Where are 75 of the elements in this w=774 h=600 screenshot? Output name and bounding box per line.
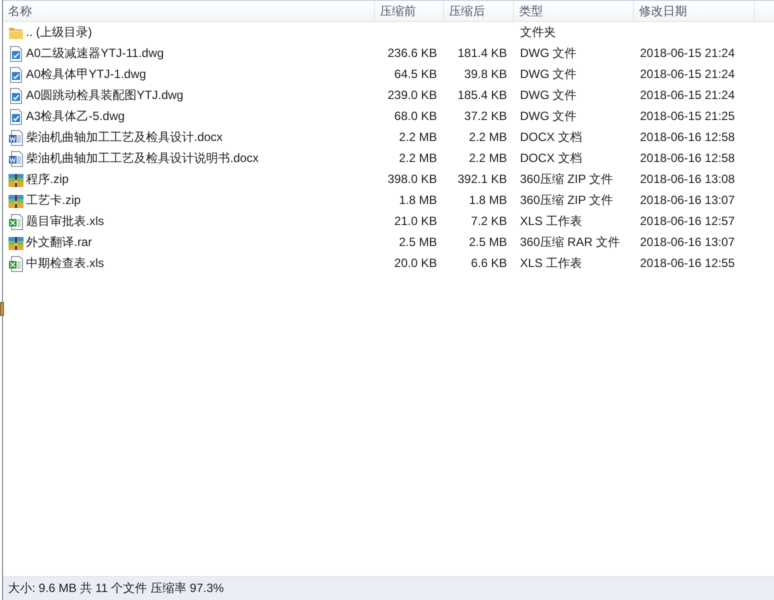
file-type: XLS 工作表: [520, 214, 582, 228]
original-size: 64.5 KB: [394, 67, 437, 82]
file-type: XLS 工作表: [520, 256, 582, 270]
file-name[interactable]: 柴油机曲轴加工工艺及检具设计.docx: [26, 130, 223, 145]
archive-icon: [8, 192, 24, 208]
modified-date: 2018-06-16 12:55: [640, 256, 735, 270]
file-name[interactable]: A0检具体甲YTJ-1.dwg: [26, 67, 146, 82]
modified-date: 2018-06-16 13:08: [640, 172, 735, 186]
file-type: DOCX 文档: [520, 151, 582, 166]
file-name[interactable]: 外文翻译.rar: [26, 235, 92, 250]
compressed-size: 1.8 MB: [468, 193, 507, 208]
modified-date: 2018-06-16 13:07: [640, 193, 735, 208]
compressed-size: 2.2 MB: [468, 130, 507, 144]
original-size: 20.0 KB: [394, 256, 437, 270]
word-document-icon: [8, 130, 24, 146]
compressed-size: 2.2 MB: [468, 151, 507, 166]
file-name[interactable]: 柴油机曲轴加工工艺及检具设计说明书.docx: [26, 151, 259, 166]
file-type: 360压缩 ZIP 文件: [520, 172, 614, 186]
file-type: 文件夹: [520, 25, 556, 40]
file-type: DWG 文件: [520, 88, 577, 102]
column-header[interactable]: 类型: [514, 1, 634, 21]
original-size: 68.0 KB: [394, 109, 437, 124]
original-size: 1.8 MB: [398, 193, 437, 208]
spreadsheet-icon: [8, 214, 24, 230]
drawing-file-icon: [8, 66, 24, 82]
column-header[interactable]: 修改日期: [634, 1, 755, 21]
file-type: 360压缩 RAR 文件: [520, 235, 620, 250]
file-name[interactable]: A3检具体乙-5.dwg: [26, 109, 125, 124]
compressed-size: 39.8 KB: [464, 67, 507, 82]
file-type: DWG 文件: [520, 46, 577, 60]
original-size: 239.0 KB: [388, 88, 437, 102]
drawing-file-icon: [8, 46, 24, 62]
file-type: DWG 文件: [520, 109, 577, 124]
original-size: 398.0 KB: [388, 172, 437, 186]
file-type: 360压缩 ZIP 文件: [520, 193, 614, 208]
file-name[interactable]: 中期检查表.xls: [26, 256, 104, 271]
modified-date: 2018-06-15 21:24: [640, 46, 735, 60]
archive-icon: [8, 234, 24, 250]
original-size: 21.0 KB: [394, 214, 437, 228]
file-type: DOCX 文档: [520, 130, 582, 144]
column-header[interactable]: 压缩后: [444, 1, 514, 21]
word-document-icon: [8, 150, 24, 166]
modified-date: 2018-06-15 21:24: [640, 67, 735, 82]
spreadsheet-icon: [8, 256, 24, 272]
archive-icon: [8, 172, 24, 188]
file-name[interactable]: A0圆跳动检具装配图YTJ.dwg: [26, 88, 184, 103]
compressed-size: 185.4 KB: [458, 88, 507, 102]
drawing-file-icon: [8, 88, 24, 104]
compressed-size: 2.5 MB: [468, 235, 507, 250]
compressed-size: 37.2 KB: [464, 109, 507, 124]
compressed-size: 181.4 KB: [458, 46, 507, 60]
file-name[interactable]: .. (上级目录): [26, 25, 92, 40]
modified-date: 2018-06-16 12:57: [640, 214, 735, 228]
splitter-handle[interactable]: [0, 302, 4, 316]
file-type: DWG 文件: [520, 67, 577, 82]
file-name[interactable]: 工艺卡.zip: [26, 193, 81, 208]
file-name[interactable]: 题目审批表.xls: [26, 214, 104, 229]
modified-date: 2018-06-16 12:58: [640, 151, 735, 166]
modified-date: 2018-06-15 21:24: [640, 88, 735, 102]
file-name[interactable]: 程序.zip: [26, 172, 69, 187]
original-size: 2.5 MB: [398, 235, 437, 250]
drawing-file-icon: [8, 108, 24, 124]
modified-date: 2018-06-15 21:25: [640, 109, 735, 124]
original-size: 2.2 MB: [398, 151, 437, 166]
modified-date: 2018-06-16 12:58: [640, 130, 735, 144]
file-name[interactable]: A0二级减速器YTJ-11.dwg: [26, 46, 164, 61]
compressed-size: 7.2 KB: [470, 214, 507, 228]
column-header[interactable]: 名称: [3, 1, 375, 21]
original-size: 236.6 KB: [388, 46, 437, 60]
original-size: 2.2 MB: [398, 130, 437, 144]
modified-date: 2018-06-16 13:07: [640, 235, 735, 250]
column-header[interactable]: 压缩前: [375, 1, 444, 21]
compressed-size: 6.6 KB: [470, 256, 507, 270]
compressed-size: 392.1 KB: [458, 172, 507, 186]
status-text: 大小: 9.6 MB 共 11 个文件 压缩率 97.3%: [8, 581, 224, 596]
